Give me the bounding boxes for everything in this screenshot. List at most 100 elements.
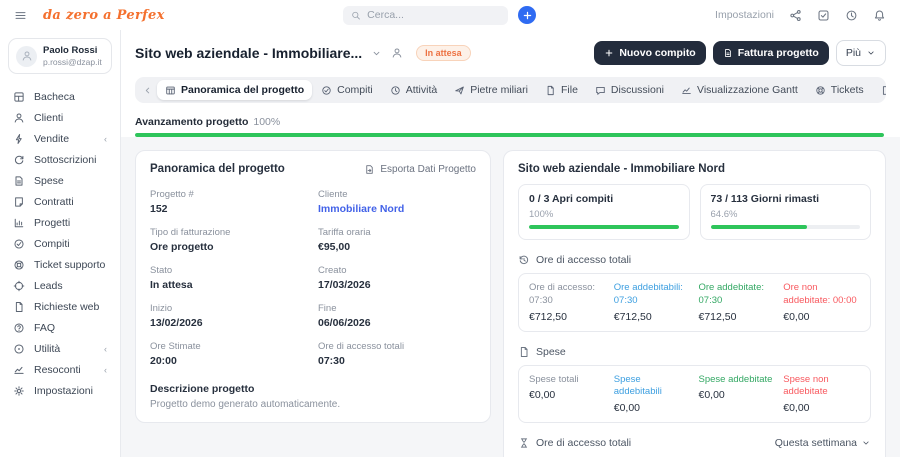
stat-ore-di-accesso: Ore di accesso: 07:30 €712,50	[529, 282, 595, 323]
stat-ore-addebitabili: Ore addebitabili: 07:30 €712,50	[613, 282, 683, 323]
bolt-icon	[13, 133, 25, 145]
stat-spese-addebitate: Spese addebitate €0,00	[698, 373, 773, 402]
tabs-scroll-left-icon[interactable]	[139, 85, 156, 96]
document-icon	[518, 346, 530, 358]
search-box[interactable]	[343, 5, 509, 25]
sidebar-item-resoconti[interactable]: Resoconti ‹	[0, 359, 120, 380]
stat-ore-addebitate: Ore addebitate: 07:30 €712,50	[698, 282, 765, 323]
contract-icon	[13, 196, 25, 208]
tab-contratti[interactable]: Contratti	[873, 80, 886, 100]
app-window: da zero a Perfex Impostazioni Paolo Ross…	[0, 0, 900, 457]
content: Panoramica del progetto Esporta Dati Pro…	[121, 137, 900, 457]
chevron-collapsed-icon: ‹	[104, 364, 107, 375]
user-name: Paolo Rossi	[43, 45, 98, 56]
chat-icon	[595, 85, 606, 96]
check-circle-icon	[13, 238, 25, 250]
tab-pietre-miliari[interactable]: Pietre miliari	[446, 80, 536, 100]
user-email: p.rossi@dzap.it	[43, 57, 102, 67]
notifications-bell-icon[interactable]	[873, 9, 886, 22]
settings-label[interactable]: Impostazioni	[715, 9, 774, 21]
new-task-button[interactable]: Nuovo compito	[594, 41, 706, 65]
logo[interactable]: da zero a Perfex	[43, 8, 165, 23]
field-cliente: Cliente Immobiliare Nord	[318, 189, 476, 215]
progress-percent: 100%	[253, 116, 281, 128]
user-card[interactable]: Paolo Rossi p.rossi@dzap.it	[8, 38, 112, 74]
milestone-icon	[454, 85, 465, 96]
sidebar-item-compiti[interactable]: Compiti	[0, 233, 120, 254]
overview-fields: Progetto #152 Cliente Immobiliare Nord Ti…	[150, 189, 476, 367]
tab-discussioni[interactable]: Discussioni	[587, 80, 672, 100]
history-icon	[518, 254, 530, 266]
sidebar-nav: Bacheca Clienti Vendite ‹ Sottoscrizioni …	[0, 86, 120, 401]
project-tabs: Panoramica del progetto Compiti Attività…	[135, 77, 886, 103]
question-circle-icon	[13, 322, 25, 334]
refresh-icon	[13, 154, 25, 166]
tab-file[interactable]: File	[537, 80, 586, 100]
tab-panoramica-del-progetto[interactable]: Panoramica del progetto	[157, 80, 313, 100]
members-person-icon[interactable]	[391, 47, 403, 59]
sidebar-item-vendite[interactable]: Vendite ‹	[0, 128, 120, 149]
field-fine: Fine 06/06/2026	[318, 303, 371, 329]
field-ore-accesso-totali: Ore di accesso totali 07:30	[318, 341, 405, 367]
description-text: Progetto demo generato automaticamente.	[150, 399, 341, 410]
progress-track	[710, 225, 860, 229]
clock-icon	[390, 85, 401, 96]
timesheet-clock-icon[interactable]	[845, 9, 858, 22]
invoice-project-button[interactable]: Fattura progetto	[712, 41, 829, 65]
sidebar-item-utilita[interactable]: Utilità ‹	[0, 338, 120, 359]
chevron-down-icon	[866, 48, 876, 58]
table-icon	[165, 85, 176, 96]
sidebar-item-richieste-web[interactable]: Richieste web	[0, 296, 120, 317]
gantt-icon	[681, 85, 692, 96]
file-icon	[545, 85, 556, 96]
life-ring-icon	[815, 85, 826, 96]
gear-icon	[13, 385, 25, 397]
dashboard-icon	[13, 91, 25, 103]
client-link[interactable]: Immobiliare Nord	[318, 203, 476, 215]
more-button[interactable]: Più	[835, 40, 886, 66]
field-tariffa-oraria: Tariffa oraria €95,00	[318, 227, 371, 253]
search-input[interactable]	[367, 9, 501, 21]
menu-icon[interactable]	[14, 9, 27, 22]
tab-tickets[interactable]: Tickets	[807, 80, 872, 100]
sidebar-item-leads[interactable]: Leads	[0, 275, 120, 296]
tasks-icon[interactable]	[817, 9, 830, 22]
contract-icon	[881, 85, 886, 96]
progress-label: Avanzamento progetto	[135, 116, 249, 128]
description-label: Descrizione progetto	[150, 383, 255, 395]
chevron-down-icon	[861, 438, 871, 448]
share-icon[interactable]	[789, 9, 802, 22]
sidebar-item-clienti[interactable]: Clienti	[0, 107, 120, 128]
export-icon	[364, 164, 375, 175]
document-icon	[13, 175, 25, 187]
sidebar-item-sottoscrizioni[interactable]: Sottoscrizioni	[0, 149, 120, 170]
field-stato: Stato In attesa	[150, 265, 193, 291]
overview-card-title: Panoramica del progetto	[150, 163, 285, 175]
tab-attivita[interactable]: Attività	[382, 80, 446, 100]
quick-add-button[interactable]	[518, 6, 537, 24]
sidebar-item-contratti[interactable]: Contratti	[0, 191, 120, 212]
tab-visualizzazione-gantt[interactable]: Visualizzazione Gantt	[673, 80, 806, 100]
progress-fill	[710, 225, 808, 229]
sidebar-item-faq[interactable]: FAQ	[0, 317, 120, 338]
expenses-stats-card: Spese totali €0,00 Spese addebitabili €0,0…	[518, 364, 871, 424]
chart-header: Ore di accesso totali Questa settimana	[518, 437, 871, 449]
sidebar-item-bacheca[interactable]: Bacheca	[0, 86, 120, 107]
sidebar-item-spese[interactable]: Spese	[0, 170, 120, 191]
export-project-data-link[interactable]: Esporta Dati Progetto	[364, 164, 476, 175]
sidebar-item-ticket-supporto[interactable]: Ticket supporto	[0, 254, 120, 275]
file-icon	[13, 301, 25, 313]
field-progetto-num: Progetto #152	[150, 189, 194, 215]
title-chevron-down-icon[interactable]	[371, 48, 382, 59]
days-left-progress-card: 73 / 113 Giorni rimasti 64.6%	[699, 184, 871, 240]
target-icon	[13, 280, 25, 292]
sidebar-item-progetti[interactable]: Progetti	[0, 212, 120, 233]
invoice-icon	[723, 48, 733, 58]
dot-circle-icon	[13, 343, 25, 355]
tab-compiti[interactable]: Compiti	[313, 80, 381, 100]
field-ore-stimate: Ore Stimate 20:00	[150, 341, 201, 367]
chart-range-select[interactable]: Questa settimana	[775, 437, 871, 449]
sidebar-item-impostazioni[interactable]: Impostazioni	[0, 380, 120, 401]
field-tipo-fatturazione: Tipo di fatturazione Ore progetto	[150, 227, 231, 253]
open-tasks-progress-card: 0 / 3 Apri compiti 100%	[518, 184, 690, 240]
